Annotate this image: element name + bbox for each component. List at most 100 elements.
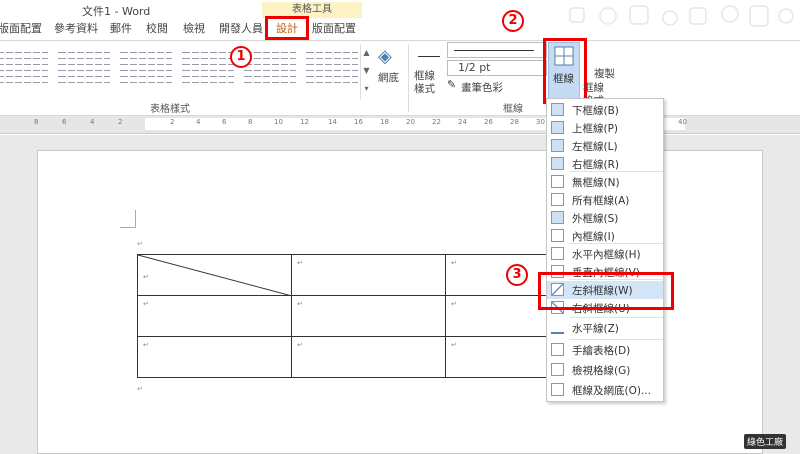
menu-item-top-border[interactable]: 上框線(P) [547, 119, 663, 137]
tab-page-layout[interactable]: 版面配置 [0, 20, 42, 38]
annotation-step-1: 1 [230, 46, 252, 68]
ruler-number: 6 [62, 118, 67, 126]
menu-item-no-border[interactable]: 無框線(N) [547, 173, 663, 191]
ruler-number: 16 [354, 118, 363, 126]
table-cell[interactable]: ↵ [291, 295, 446, 337]
pen-color-button[interactable]: 畫筆色彩 [461, 80, 503, 95]
paragraph-mark: ↵ [137, 240, 143, 248]
table-cell[interactable]: ↵ [137, 336, 292, 378]
menu-separator [569, 339, 663, 340]
border-painter-top-label: 複製 [594, 68, 615, 80]
table-cell[interactable]: ↵ [291, 336, 446, 378]
menu-item-label: 無框線(N) [572, 177, 620, 189]
ruler-number: 8 [248, 118, 253, 126]
ruler-number: 4 [196, 118, 201, 126]
group-label-borders: 框線 [503, 104, 523, 115]
right-border-icon [551, 157, 564, 170]
ruler-number: 40 [678, 118, 687, 126]
menu-item-label: 上框線(P) [572, 123, 619, 135]
tab-developer[interactable]: 開發人員 [219, 20, 263, 38]
menu-item-label: 下框線(B) [572, 105, 619, 117]
shading-button[interactable]: 網底 [378, 70, 399, 85]
table-cell[interactable]: ↵ [137, 295, 292, 337]
table-style-gallery-item[interactable] [306, 46, 358, 86]
left-border-icon [551, 139, 564, 152]
gallery-scroll[interactable]: ▲ ▼ ▾ [360, 44, 372, 100]
line-weight-dropdown[interactable]: 1/2 pt [447, 60, 547, 76]
menu-item-right-border[interactable]: 右框線(R) [547, 155, 663, 173]
menu-item-label: 水平線(Z) [572, 323, 619, 335]
menu-item-inside-borders[interactable]: 內框線(I) [547, 227, 663, 245]
menu-item-left-border[interactable]: 左框線(L) [547, 137, 663, 155]
ruler-number: 8 [34, 118, 39, 126]
table-style-gallery-item[interactable] [0, 46, 48, 86]
diagonal-border [138, 255, 292, 296]
menu-item-bottom-border[interactable]: 下框線(B) [547, 101, 663, 119]
border-style-line-icon [418, 56, 440, 57]
ruler-number: 30 [536, 118, 545, 126]
annotation-box-design-tab [265, 16, 309, 40]
annotation-step-3: 3 [506, 264, 528, 286]
table-style-gallery-item[interactable] [120, 46, 172, 86]
menu-item-label: 手繪表格(D) [572, 345, 631, 357]
cell-mark: ↵ [143, 273, 149, 281]
tab-references[interactable]: 參考資料 [54, 20, 98, 38]
border-styles-button[interactable]: 框線 樣式 [414, 70, 435, 96]
cell-mark: ↵ [451, 300, 457, 308]
menu-item-view-gridlines[interactable]: 檢視格線(G) [547, 361, 663, 379]
paragraph-mark: ↵ [137, 385, 143, 393]
bottom-border-icon [551, 103, 564, 116]
menu-item-borders-and-shading[interactable]: 框線及網底(O)... [547, 381, 663, 399]
ruler-number: 20 [406, 118, 415, 126]
menu-separator [569, 317, 663, 318]
table-cell[interactable]: ↵ [291, 254, 446, 296]
cell-mark: ↵ [451, 341, 457, 349]
tab-view[interactable]: 檢視 [183, 20, 205, 38]
watermark-logo: 綠色工廠 [744, 434, 787, 449]
tab-table-layout[interactable]: 版面配置 [312, 20, 356, 38]
group-label-table-styles: 表格樣式 [150, 104, 190, 115]
horizontal-line-icon [551, 321, 564, 334]
inside-horizontal-border-icon [551, 247, 564, 260]
decorative-doodles-icon [569, 5, 794, 27]
no-border-icon [551, 175, 564, 188]
ruler-number: 24 [458, 118, 467, 126]
cell-mark: ↵ [143, 300, 149, 308]
tab-mailings[interactable]: 郵件 [110, 20, 132, 38]
menu-item-horizontal-line[interactable]: 水平線(Z) [547, 319, 663, 337]
table-style-gallery-item[interactable] [58, 46, 110, 86]
all-borders-icon [551, 193, 564, 206]
table-cell[interactable]: ↵ [137, 254, 292, 296]
menu-item-draw-table[interactable]: 手繪表格(D) [547, 341, 663, 359]
menu-item-label: 外框線(S) [572, 213, 619, 225]
ruler-number: 4 [90, 118, 95, 126]
draw-table-icon [551, 343, 564, 356]
cell-mark: ↵ [143, 341, 149, 349]
table-style-gallery-item[interactable] [244, 46, 296, 86]
ruler-number: 6 [222, 118, 227, 126]
menu-item-label: 左框線(L) [572, 141, 618, 153]
menu-item-all-borders[interactable]: 所有框線(A) [547, 191, 663, 209]
ruler-number: 12 [300, 118, 309, 126]
menu-item-label: 右框線(R) [572, 159, 619, 171]
borders-dropdown-menu: 下框線(B) 上框線(P) 左框線(L) 右框線(R) 無框線(N) 所有框線(A) 外框線… [546, 98, 664, 402]
top-border-icon [551, 121, 564, 134]
menu-item-label: 檢視格線(G) [572, 365, 631, 377]
outside-borders-icon [551, 211, 564, 224]
annotation-box-borders-button [543, 38, 587, 104]
menu-item-label: 框線及網底(O)... [572, 385, 651, 397]
ruler-number: 28 [510, 118, 519, 126]
ruler-number: 2 [170, 118, 175, 126]
menu-item-label: 所有框線(A) [572, 195, 630, 207]
menu-item-outside-borders[interactable]: 外框線(S) [547, 209, 663, 227]
ruler-number: 26 [484, 118, 493, 126]
tab-review[interactable]: 校閱 [146, 20, 168, 38]
shading-bucket-icon: ◈ [378, 46, 392, 67]
ribbon-separator [408, 44, 409, 112]
menu-item-inside-horizontal-border[interactable]: 水平內框線(H) [547, 245, 663, 263]
line-style-dropdown[interactable] [447, 42, 547, 58]
ruler-number: 18 [380, 118, 389, 126]
annotation-step-2: 2 [502, 10, 524, 32]
table-style-gallery-item[interactable] [182, 46, 234, 86]
document-table[interactable]: ↵ ↵ ↵ ↵ ↵ ↵ ↵ ↵ ↵ [137, 254, 600, 378]
